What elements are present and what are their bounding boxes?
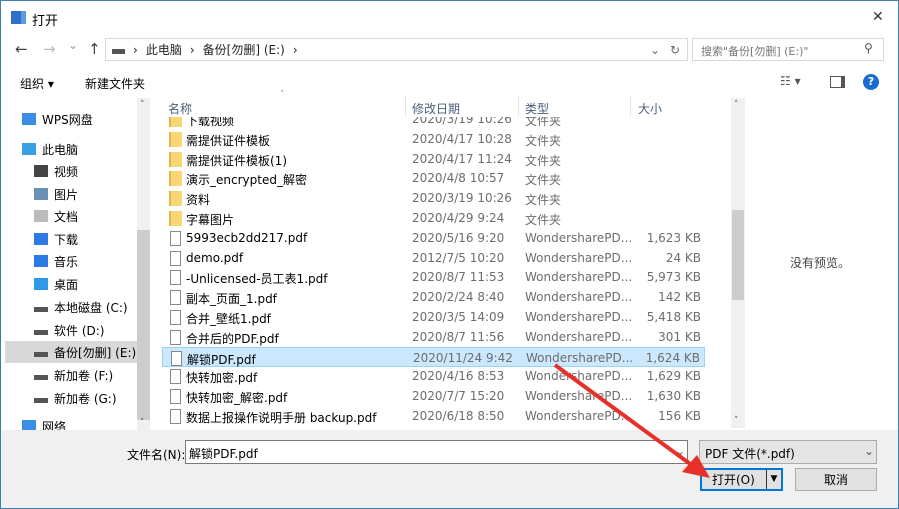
red-arrow-annotation xyxy=(553,363,710,478)
